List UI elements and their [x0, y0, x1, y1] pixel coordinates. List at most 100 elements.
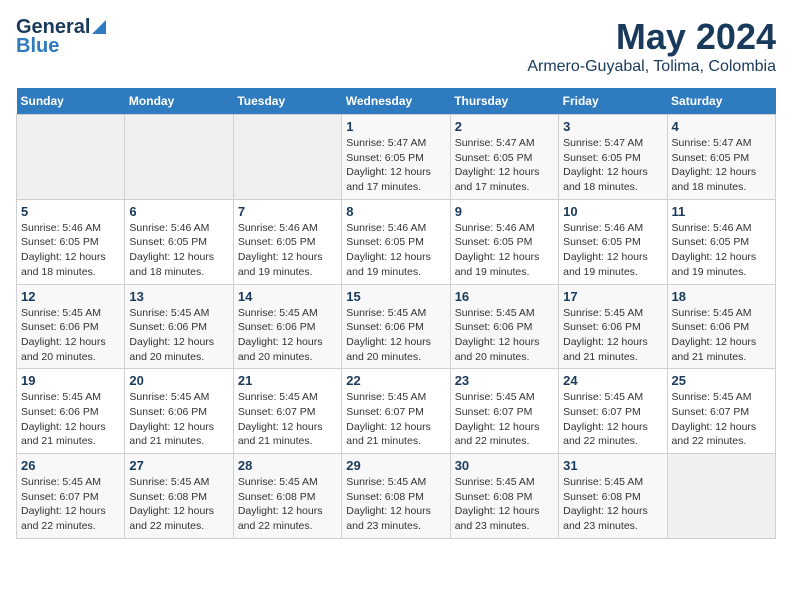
day-info: Sunrise: 5:45 AM Sunset: 6:08 PM Dayligh… — [563, 475, 662, 534]
calendar-cell: 29 Sunrise: 5:45 AM Sunset: 6:08 PM Dayli… — [342, 454, 450, 539]
day-info: Sunrise: 5:45 AM Sunset: 6:06 PM Dayligh… — [21, 306, 120, 365]
day-number: 14 — [238, 289, 337, 304]
calendar-cell: 26 Sunrise: 5:45 AM Sunset: 6:07 PM Dayli… — [17, 454, 125, 539]
title-section: May 2024 Armero-Guyabal, Tolima, Colombi… — [527, 16, 776, 76]
day-info: Sunrise: 5:47 AM Sunset: 6:05 PM Dayligh… — [563, 136, 662, 195]
calendar-cell: 19Sunrise: 5:45 AM Sunset: 6:06 PM Dayli… — [17, 369, 125, 454]
day-info: Sunrise: 5:45 AM Sunset: 6:06 PM Dayligh… — [455, 306, 554, 365]
logo: General Blue — [16, 16, 106, 58]
day-info: Sunrise: 5:45 AM Sunset: 6:07 PM Dayligh… — [21, 475, 120, 534]
day-number: 5 — [21, 204, 120, 219]
day-of-week-header: Friday — [559, 88, 667, 115]
calendar-week-row: 5 Sunrise: 5:46 AM Sunset: 6:05 PM Daylig… — [17, 199, 776, 284]
logo-blue-text: Blue — [16, 35, 59, 58]
calendar-cell: 11 Sunrise: 5:46 AM Sunset: 6:05 PM Dayli… — [667, 199, 775, 284]
calendar-cell: 21 Sunrise: 5:45 AM Sunset: 6:07 PM Dayli… — [233, 369, 341, 454]
day-number: 15 — [346, 289, 445, 304]
day-number: 26 — [21, 458, 120, 473]
calendar-cell: 4Sunrise: 5:47 AM Sunset: 6:05 PM Daylig… — [667, 115, 775, 200]
calendar-cell: 12 Sunrise: 5:45 AM Sunset: 6:06 PM Dayli… — [17, 284, 125, 369]
day-number: 9 — [455, 204, 554, 219]
calendar-cell — [125, 115, 233, 200]
page-title: May 2024 — [527, 16, 776, 58]
day-number: 17 — [563, 289, 662, 304]
calendar-week-row: 19 Sunrise: 5:45 AM Sunset: 6:06 PM Dayli… — [17, 369, 776, 454]
day-number: 18 — [672, 289, 771, 304]
day-info: Sunrise: 5:45 AM Sunset: 6:06 PM Dayligh… — [129, 390, 228, 449]
day-info: Sunrise: 5:45 AM Sunset: 6:08 PM Dayligh… — [129, 475, 228, 534]
calendar-cell: 25Sunrise: 5:45 AM Sunset: 6:07 PM Dayli… — [667, 369, 775, 454]
day-info: Sunrise: 5:46 AM Sunset: 6:05 PM Dayligh… — [238, 221, 337, 280]
day-info: Sunrise: 5:45 AM Sunset: 6:06 PM Dayligh… — [129, 306, 228, 365]
calendar-cell: 14 Sunrise: 5:45 AM Sunset: 6:06 PM Dayli… — [233, 284, 341, 369]
day-number: 1 — [346, 119, 445, 134]
calendar-cell: 27 Sunrise: 5:45 AM Sunset: 6:08 PM Dayli… — [125, 454, 233, 539]
calendar-week-row: 12 Sunrise: 5:45 AM Sunset: 6:06 PM Dayli… — [17, 284, 776, 369]
day-number: 29 — [346, 458, 445, 473]
day-number: 8 — [346, 204, 445, 219]
day-info: Sunrise: 5:46 AM Sunset: 6:05 PM Dayligh… — [672, 221, 771, 280]
calendar-week-row: 26 Sunrise: 5:45 AM Sunset: 6:07 PM Dayli… — [17, 454, 776, 539]
day-of-week-header: Tuesday — [233, 88, 341, 115]
day-number: 2 — [455, 119, 554, 134]
day-number: 12 — [21, 289, 120, 304]
day-number: 16 — [455, 289, 554, 304]
day-info: Sunrise: 5:45 AM Sunset: 6:08 PM Dayligh… — [346, 475, 445, 534]
calendar-cell: 5Sunrise: 5:46 AM Sunset: 6:05 PM Daylig… — [17, 199, 125, 284]
calendar-week-row: 1 Sunrise: 5:47 AM Sunset: 6:05 PM Daylig… — [17, 115, 776, 200]
page-subtitle: Armero-Guyabal, Tolima, Colombia — [527, 58, 776, 76]
day-number: 6 — [129, 204, 228, 219]
calendar-cell — [233, 115, 341, 200]
calendar-cell: 28Sunrise: 5:45 AM Sunset: 6:08 PM Dayli… — [233, 454, 341, 539]
calendar-cell: 1 Sunrise: 5:47 AM Sunset: 6:05 PM Daylig… — [342, 115, 450, 200]
day-info: Sunrise: 5:45 AM Sunset: 6:07 PM Dayligh… — [672, 390, 771, 449]
calendar-cell: 8Sunrise: 5:46 AM Sunset: 6:05 PM Daylig… — [342, 199, 450, 284]
day-number: 30 — [455, 458, 554, 473]
calendar-header-row: SundayMondayTuesdayWednesdayThursdayFrid… — [17, 88, 776, 115]
day-number: 7 — [238, 204, 337, 219]
day-info: Sunrise: 5:45 AM Sunset: 6:06 PM Dayligh… — [346, 306, 445, 365]
logo-triangle-icon — [92, 18, 106, 39]
day-number: 13 — [129, 289, 228, 304]
day-info: Sunrise: 5:45 AM Sunset: 6:07 PM Dayligh… — [238, 390, 337, 449]
calendar-cell: 10 Sunrise: 5:46 AM Sunset: 6:05 PM Dayli… — [559, 199, 667, 284]
day-of-week-header: Sunday — [17, 88, 125, 115]
calendar-cell: 7 Sunrise: 5:46 AM Sunset: 6:05 PM Daylig… — [233, 199, 341, 284]
calendar-cell: 16 Sunrise: 5:45 AM Sunset: 6:06 PM Dayli… — [450, 284, 558, 369]
day-info: Sunrise: 5:45 AM Sunset: 6:07 PM Dayligh… — [455, 390, 554, 449]
day-number: 27 — [129, 458, 228, 473]
day-of-week-header: Wednesday — [342, 88, 450, 115]
calendar-table: SundayMondayTuesdayWednesdayThursdayFrid… — [16, 88, 776, 539]
day-info: Sunrise: 5:45 AM Sunset: 6:07 PM Dayligh… — [346, 390, 445, 449]
day-info: Sunrise: 5:47 AM Sunset: 6:05 PM Dayligh… — [455, 136, 554, 195]
day-number: 11 — [672, 204, 771, 219]
calendar-cell: 13 Sunrise: 5:45 AM Sunset: 6:06 PM Dayli… — [125, 284, 233, 369]
day-number: 23 — [455, 373, 554, 388]
day-number: 21 — [238, 373, 337, 388]
day-number: 24 — [563, 373, 662, 388]
page-header: General Blue May 2024 Armero-Guyabal, To… — [16, 16, 776, 76]
day-info: Sunrise: 5:45 AM Sunset: 6:06 PM Dayligh… — [563, 306, 662, 365]
calendar-cell: 31 Sunrise: 5:45 AM Sunset: 6:08 PM Dayli… — [559, 454, 667, 539]
calendar-cell: 24 Sunrise: 5:45 AM Sunset: 6:07 PM Dayli… — [559, 369, 667, 454]
day-number: 31 — [563, 458, 662, 473]
day-number: 19 — [21, 373, 120, 388]
day-info: Sunrise: 5:47 AM Sunset: 6:05 PM Dayligh… — [346, 136, 445, 195]
calendar-cell: 30 Sunrise: 5:45 AM Sunset: 6:08 PM Dayli… — [450, 454, 558, 539]
day-number: 3 — [563, 119, 662, 134]
day-info: Sunrise: 5:45 AM Sunset: 6:08 PM Dayligh… — [238, 475, 337, 534]
day-info: Sunrise: 5:46 AM Sunset: 6:05 PM Dayligh… — [563, 221, 662, 280]
calendar-cell: 15 Sunrise: 5:45 AM Sunset: 6:06 PM Dayli… — [342, 284, 450, 369]
calendar-cell: 2 Sunrise: 5:47 AM Sunset: 6:05 PM Daylig… — [450, 115, 558, 200]
day-info: Sunrise: 5:45 AM Sunset: 6:06 PM Dayligh… — [238, 306, 337, 365]
day-info: Sunrise: 5:45 AM Sunset: 6:07 PM Dayligh… — [563, 390, 662, 449]
calendar-cell: 18Sunrise: 5:45 AM Sunset: 6:06 PM Dayli… — [667, 284, 775, 369]
calendar-cell: 6 Sunrise: 5:46 AM Sunset: 6:05 PM Daylig… — [125, 199, 233, 284]
day-info: Sunrise: 5:46 AM Sunset: 6:05 PM Dayligh… — [129, 221, 228, 280]
calendar-cell — [17, 115, 125, 200]
day-info: Sunrise: 5:45 AM Sunset: 6:08 PM Dayligh… — [455, 475, 554, 534]
day-number: 10 — [563, 204, 662, 219]
day-number: 22 — [346, 373, 445, 388]
day-of-week-header: Monday — [125, 88, 233, 115]
calendar-cell: 23 Sunrise: 5:45 AM Sunset: 6:07 PM Dayli… — [450, 369, 558, 454]
